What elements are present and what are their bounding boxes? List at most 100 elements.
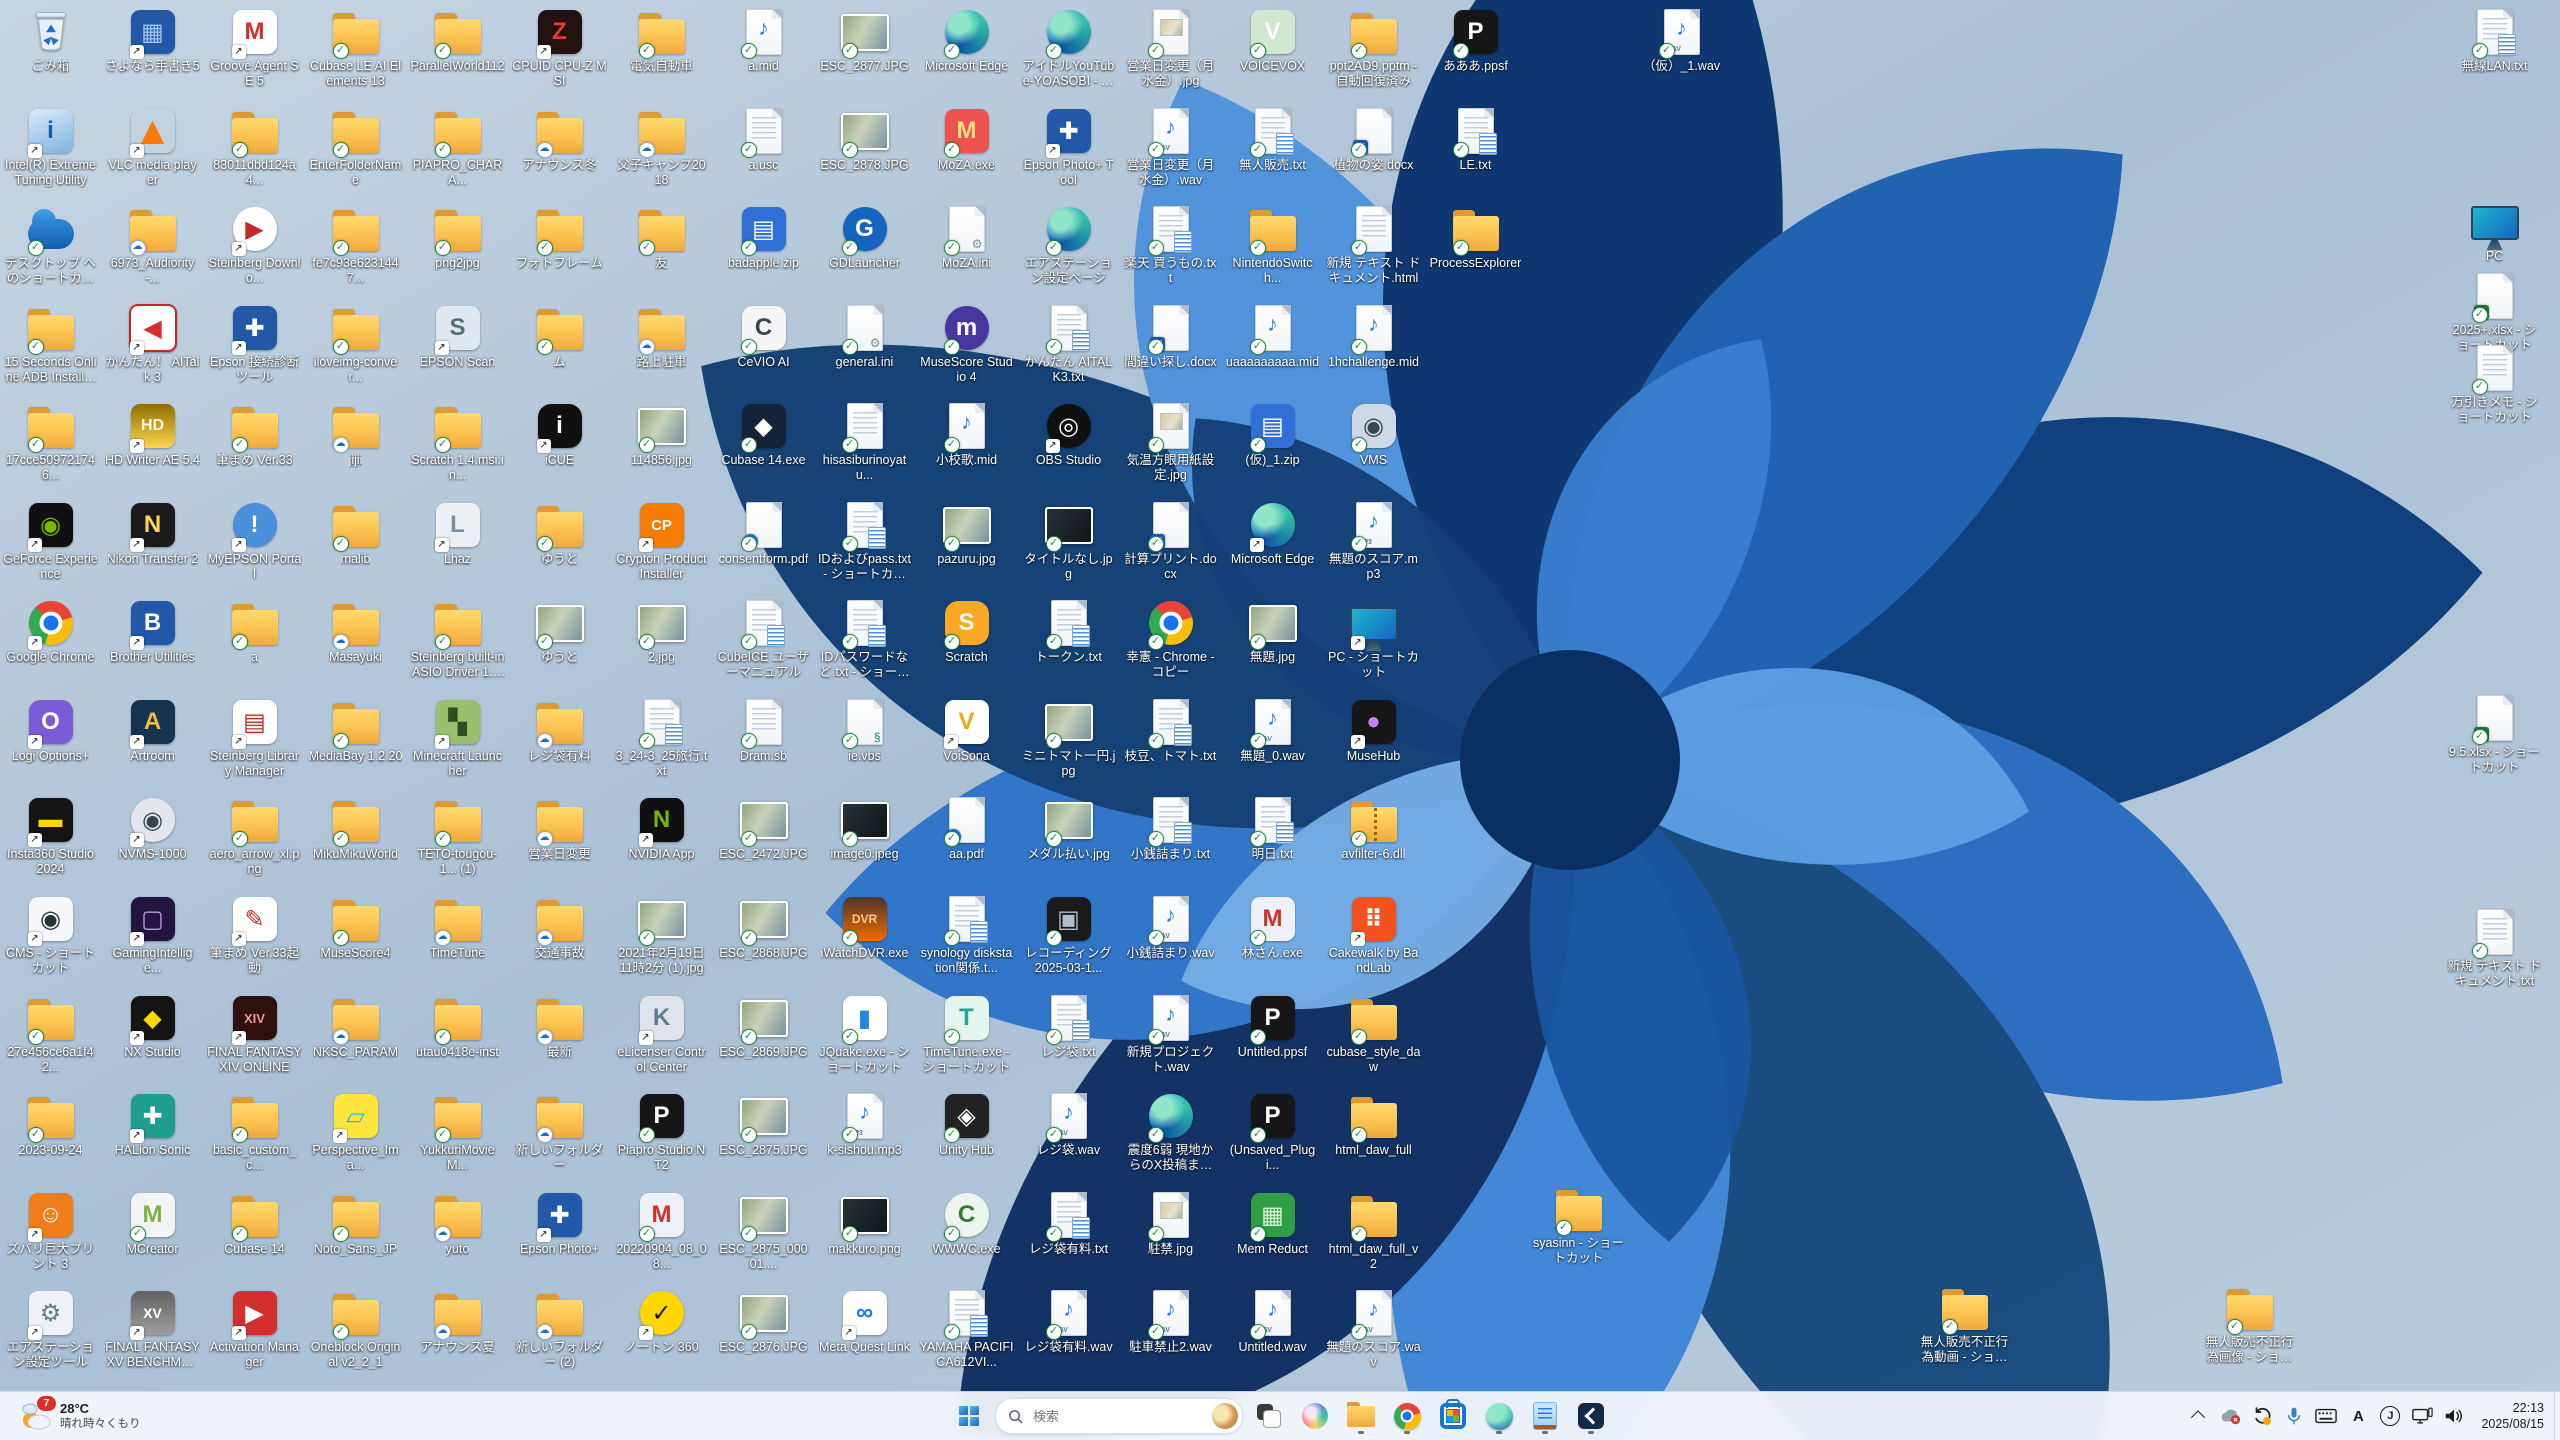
desktop-icon[interactable]: ✓ 3_24-3_25旅行.txt (614, 698, 709, 779)
onedrive-error-icon[interactable] (2215, 1396, 2245, 1436)
desktop-icon[interactable]: ▦ ↗ さよなら手書き5 (105, 8, 200, 74)
desktop-icon[interactable]: ✓ hisasiburinoyatu... (817, 402, 912, 483)
desktop-icon[interactable]: ✓ レジ袋有料.txt (1021, 1191, 1116, 1257)
clock[interactable]: 22:13 2025/08/15 (2471, 1398, 2554, 1435)
desktop-icon[interactable]: ♪WAV✓新規プロジェクト.wav (1123, 994, 1218, 1075)
desktop-icon[interactable]: e✓aa.pdf (919, 796, 1014, 862)
desktop-icon[interactable]: ✓ basic_custom_c... (207, 1092, 302, 1173)
desktop-icon[interactable]: ✓ ESC_2472.JPG (716, 796, 811, 862)
desktop-icon[interactable]: ♪MP3✓k-sishou.mp3 (817, 1092, 912, 1158)
desktop-icon[interactable]: V ↗ VoiSona (919, 698, 1014, 764)
desktop-icon[interactable]: ☁ 路上駐車 (614, 304, 709, 370)
desktop-icon[interactable]: i ↗ iCUE (512, 402, 607, 468)
desktop-icon[interactable]: ✓IDおよびpass.txt - ショートカット (817, 501, 912, 582)
desktop-icon[interactable]: ✓ Cubase LE AI Elements 13 (308, 8, 403, 89)
taskbar-app-edge[interactable] (1479, 1396, 1519, 1436)
desktop-icon[interactable]: CP ↗ Crypton Product Installer (614, 501, 709, 582)
desktop-icon[interactable]: ♪ ✓ 1hchallenge.mid (1326, 304, 1421, 370)
desktop-icon[interactable]: ✓Steinberg built-in ASIO Driver 1.0.9 (410, 599, 505, 680)
desktop-icon[interactable]: K ↗ eLicenser Control Center (614, 994, 709, 1075)
desktop-icon[interactable]: ♪WAV✓Untitled.wav (1225, 1289, 1320, 1355)
search-input[interactable] (1031, 1407, 1204, 1425)
desktop-icon[interactable]: ✚ ↗ Epson Photo+ (512, 1191, 607, 1257)
desktop-icon[interactable]: ● ↗ MuseHub (1326, 698, 1421, 764)
desktop-icon[interactable]: ✓ cubase_style_daw (1326, 994, 1421, 1075)
desktop-icon[interactable]: X✓9.5.xlsx - ショートカット (2447, 694, 2542, 775)
desktop-icon[interactable]: ✓ a (207, 599, 302, 665)
desktop-icon[interactable]: N ↗ Nikon Transfer 2 (105, 501, 200, 567)
tray-overflow-button[interactable] (2183, 1396, 2213, 1436)
desktop-icon[interactable]: ☁ 新しいフォルダー (2) (512, 1289, 607, 1370)
desktop-icon[interactable]: C ✓ WWWC.exe (919, 1191, 1014, 1257)
desktop-icon[interactable]: ▤ ✓ (仮)_1.zip (1225, 402, 1320, 468)
desktop-icon[interactable]: ◆ ✓ Cubase 14.exe (716, 402, 811, 468)
desktop-icon[interactable]: ✓ MuseScore4 (308, 895, 403, 961)
desktop-icon[interactable]: m ✓ MuseScore Studio 4 (919, 304, 1014, 385)
desktop-icon[interactable]: ✓ pazuru.jpg (919, 501, 1014, 567)
desktop-icon[interactable]: ✓ synology diskstation関係.t... (919, 895, 1014, 976)
desktop-icon[interactable]: ✓ 114856.jpg (614, 402, 709, 468)
desktop-icon[interactable]: M ✓ 林さん.exe (1225, 895, 1320, 961)
desktop-icon[interactable]: ↗ PC - ショートカット (1326, 599, 1421, 680)
desktop-icon[interactable]: ✓ Scratch 1.4.msi.in... (410, 402, 505, 483)
desktop-icon[interactable]: ✓ 友 (614, 205, 709, 271)
desktop-icon[interactable]: ♪WAV✓レジ袋.wav (1021, 1092, 1116, 1158)
taskbar-app-taskview[interactable] (1249, 1396, 1289, 1436)
desktop-icon[interactable]: G ✓ GDLauncher (817, 205, 912, 271)
desktop-icon[interactable]: ◉ ✓ VMS (1326, 402, 1421, 468)
desktop-icon[interactable]: ✓ MediaBay 1.2.20 (308, 698, 403, 764)
desktop-icon[interactable]: P ✓ あああ.ppsf (1428, 8, 1523, 74)
desktop-icon[interactable]: ✓ 小銭詰まり.txt (1123, 796, 1218, 862)
desktop-icon[interactable]: L ↗ Lhaz (410, 501, 505, 567)
desktop-icon[interactable]: ✓ 万引きメモ - ショートカット (2447, 344, 2542, 425)
start-button[interactable] (949, 1396, 989, 1436)
desktop-icon[interactable]: ✓ Microsoft Edge (919, 8, 1014, 74)
desktop-icon[interactable]: ✚ ↗ Epson 接続診断ツール (207, 304, 302, 385)
desktop-icon[interactable]: W✓植物の姿.docx (1326, 107, 1421, 173)
desktop-icon[interactable]: ✓ EnterFolderName (308, 107, 403, 188)
taskbar-app-explorer[interactable] (1341, 1396, 1381, 1436)
volume-icon[interactable] (2439, 1396, 2469, 1436)
desktop-icon[interactable]: ♪ ✓ 小校歌.mid (919, 402, 1014, 468)
desktop-icon[interactable]: ✓ Cubase 14 (207, 1191, 302, 1257)
ime-mode-indicator[interactable]: A (2343, 1396, 2373, 1436)
desktop-icon[interactable]: ✓ 幸憲 - Chrome - コピー (1123, 599, 1218, 680)
desktop-icon[interactable]: ✓ MikuMikuWorld (308, 796, 403, 862)
desktop-icon[interactable]: ✓ LE.txt (1428, 107, 1523, 173)
desktop-icon[interactable]: ✓ malib (308, 501, 403, 567)
desktop-icon[interactable]: ✓ ESC_2877.JPG (817, 8, 912, 74)
desktop-icon[interactable]: ▢ ↗ GamingIntellige... (105, 895, 200, 976)
desktop-icon[interactable]: ✓ ↗ ノートン 360 (614, 1289, 709, 1355)
desktop-icon[interactable]: ✓ YAMAHA PACIFICA612VI... (919, 1289, 1014, 1370)
show-desktop-button[interactable] (2554, 1392, 2560, 1440)
desktop-icon[interactable]: ✓ 新規 テキスト ドキュメント.html (1326, 205, 1421, 286)
desktop-icon[interactable]: ✓ 新規 テキスト ドキュメント.txt (2447, 908, 2542, 989)
desktop-icon[interactable]: ✓ かんたん AITALK3.txt (1021, 304, 1116, 385)
taskbar-app-copilot[interactable] (1295, 1396, 1335, 1436)
desktop-icon[interactable]: ▤ ✓ badapple.zip (716, 205, 811, 271)
jquake-tray-icon[interactable]: J (2375, 1396, 2405, 1436)
desktop-icon[interactable]: ⠿ ↗ Cakewalk by BandLab (1326, 895, 1421, 976)
desktop-icon[interactable]: ▱ ↗ Perspective_Ima... (308, 1092, 403, 1173)
desktop-icon[interactable]: ✓ 明日.txt (1225, 796, 1320, 862)
desktop-icon[interactable]: ☁ jijii (308, 402, 403, 468)
desktop-icon[interactable]: W✓間違い探し.docx (1123, 304, 1218, 370)
desktop-icon[interactable]: A ↗ Artroom (105, 698, 200, 764)
desktop-icon[interactable]: ✓ png2jpg (410, 205, 505, 271)
desktop-icon[interactable]: ✓無人販売不正行為画像 - ショートカット (2202, 1284, 2297, 1365)
desktop-icon[interactable]: ♪WAV✓駐車禁止2.wav (1123, 1289, 1218, 1355)
desktop-icon[interactable]: ✓ 電気自動車 (614, 8, 709, 74)
desktop-icon[interactable]: ▤ ↗ Steinberg Library Manager (207, 698, 302, 779)
desktop-icon[interactable]: ✓ ゆうと (512, 501, 607, 567)
desktop-icon[interactable]: B ↗ Brother Utilities (105, 599, 200, 665)
desktop-icon[interactable]: ☁ 父子キャンプ2018 (614, 107, 709, 188)
desktop-icon[interactable]: ↗ Google Chrome (3, 599, 98, 665)
desktop-icon[interactable]: ✓ ESC_2869.JPG (716, 994, 811, 1060)
desktop-icon[interactable]: ◉ ↗ NVMS-1000 (105, 796, 200, 862)
desktop-icon[interactable]: ☁ yuto (410, 1191, 505, 1257)
desktop-icon[interactable]: ✓震度6弱 現地からのX投稿まとめ (1123, 1092, 1218, 1173)
desktop-icon[interactable]: ✓ Oneblock Original v2_2_1 (308, 1289, 403, 1370)
search-daily-image[interactable] (1212, 1403, 1238, 1429)
desktop-icon[interactable]: ↗ Microsoft Edge (1225, 501, 1320, 567)
desktop-icon[interactable]: ☁ NKSC_PARAM (308, 994, 403, 1060)
